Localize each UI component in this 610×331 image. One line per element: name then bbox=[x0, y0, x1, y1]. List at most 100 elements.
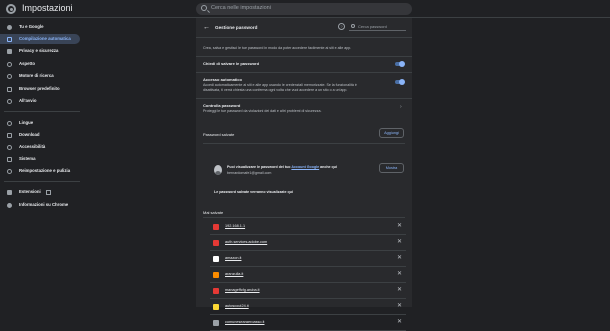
sidebar-item-extensions[interactable]: Estensioni bbox=[0, 187, 80, 197]
list-item: autoscout24.it ✕ bbox=[196, 299, 412, 315]
site-name[interactable]: auth.services.adobe.com bbox=[225, 240, 267, 244]
sidebar-item-reset[interactable]: Reimpostazione e pulizia bbox=[0, 166, 80, 176]
puzzle-icon bbox=[7, 189, 12, 195]
show-button[interactable]: Mostra bbox=[379, 163, 404, 173]
accessibility-icon bbox=[7, 144, 12, 150]
help-icon[interactable]: ? bbox=[338, 23, 345, 30]
chrome-icon bbox=[7, 202, 12, 208]
intro-text: Crea, salva e gestisci le tue password i… bbox=[203, 46, 352, 50]
sidebar-item-label: Browser predefinito bbox=[19, 86, 60, 91]
palette-icon bbox=[7, 61, 12, 67]
list-item: 192.168.1.1 ✕ bbox=[196, 219, 412, 235]
divider bbox=[196, 56, 412, 57]
site-name[interactable]: aranzulla.it bbox=[225, 272, 243, 276]
sidebar-item-label: Estensioni bbox=[19, 189, 41, 194]
close-icon[interactable]: ✕ bbox=[397, 302, 402, 309]
sidebar-item-default-browser[interactable]: Browser predefinito bbox=[0, 84, 80, 94]
sidebar-item-label: Aspetto bbox=[19, 61, 35, 66]
settings-search-input[interactable]: Cerca nelle impostazioni bbox=[196, 3, 412, 15]
sidebar-item-label: Privacy e sicurezza bbox=[19, 48, 59, 53]
sidebar-item-downloads[interactable]: Download bbox=[0, 130, 80, 140]
search-icon bbox=[201, 5, 207, 11]
sidebar-item-on-startup[interactable]: All'avvio bbox=[0, 96, 80, 106]
download-icon bbox=[7, 132, 12, 138]
divider bbox=[196, 72, 412, 73]
close-icon[interactable]: ✕ bbox=[397, 270, 402, 277]
sidebar-item-label: Compilazione automatica bbox=[19, 36, 71, 41]
page-title: Gestione password bbox=[215, 25, 258, 30]
sidebar-item-label: Lingue bbox=[19, 120, 34, 125]
divider bbox=[203, 217, 405, 218]
password-manager-panel: ← Gestione password ? Cerca password Cre… bbox=[196, 18, 412, 331]
close-icon[interactable]: ✕ bbox=[397, 318, 402, 325]
list-item: manageffcfg.aruba.it ✕ bbox=[196, 283, 412, 299]
external-link-icon bbox=[46, 189, 51, 195]
check-passwords-label: Controlla password bbox=[203, 103, 241, 108]
sidebar-item-label: Download bbox=[19, 132, 40, 137]
sidebar-item-privacy[interactable]: Privacy e sicurezza bbox=[0, 46, 80, 56]
sidebar: Tu e Google Compilazione automatica Priv… bbox=[0, 18, 88, 307]
reset-icon bbox=[7, 168, 12, 174]
never-saved-heading: Mai salvate bbox=[203, 210, 224, 215]
sidebar-item-you-and-google[interactable]: Tu e Google bbox=[0, 22, 80, 32]
site-name[interactable]: autoscout24.it bbox=[225, 304, 249, 308]
site-favicon-icon bbox=[213, 288, 219, 294]
sidebar-item-system[interactable]: Sistema bbox=[0, 154, 80, 164]
site-favicon-icon bbox=[213, 304, 219, 310]
autofill-icon bbox=[7, 36, 12, 42]
site-name[interactable]: manageffcfg.aruba.it bbox=[225, 288, 260, 292]
auto-signin-label: Accesso automatico bbox=[203, 77, 242, 82]
search-placeholder: Cerca nelle impostazioni bbox=[211, 5, 271, 11]
top-bar: Impostazioni Cerca nelle impostazioni bbox=[0, 0, 610, 18]
chrome-settings-icon bbox=[6, 4, 16, 14]
close-icon[interactable]: ✕ bbox=[397, 254, 402, 261]
sidebar-item-search-engine[interactable]: Motore di ricerca bbox=[0, 71, 80, 81]
sidebar-item-label: Sistema bbox=[19, 156, 36, 161]
list-item: aranzulla.it ✕ bbox=[196, 267, 412, 283]
wrench-icon bbox=[7, 156, 12, 162]
google-account-link[interactable]: Account Google bbox=[291, 165, 319, 169]
auto-signin-toggle[interactable] bbox=[395, 79, 405, 85]
sidebar-divider bbox=[4, 111, 80, 112]
add-password-button[interactable]: Aggiungi bbox=[379, 128, 404, 138]
browser-icon bbox=[7, 86, 12, 92]
password-search-input[interactable]: Cerca password bbox=[349, 23, 406, 31]
sidebar-item-label: All'avvio bbox=[19, 98, 37, 103]
sidebar-item-label: Tu e Google bbox=[19, 24, 44, 29]
sidebar-item-appearance[interactable]: Aspetto bbox=[0, 59, 80, 69]
power-icon bbox=[7, 98, 12, 104]
back-arrow-icon[interactable]: ← bbox=[203, 24, 210, 31]
sidebar-divider bbox=[4, 181, 80, 182]
list-item: amazon.it ✕ bbox=[196, 251, 412, 267]
sidebar-item-about-chrome[interactable]: Informazioni su Chrome bbox=[0, 200, 80, 210]
offer-save-label: Chiedi di salvare le password bbox=[203, 61, 260, 66]
auto-signin-desc: disattivata, ti verrà chiesta una confer… bbox=[203, 88, 348, 92]
divider bbox=[203, 143, 405, 144]
close-icon[interactable]: ✕ bbox=[397, 222, 402, 229]
site-favicon-icon bbox=[213, 320, 219, 326]
sidebar-item-autofill[interactable]: Compilazione automatica bbox=[0, 34, 80, 44]
sidebar-item-label: Reimpostazione e pulizia bbox=[19, 168, 71, 173]
list-item: auth.services.adobe.com ✕ bbox=[196, 235, 412, 251]
app-title: Impostazioni bbox=[22, 3, 73, 13]
sidebar-item-accessibility[interactable]: Accessibilità bbox=[0, 142, 80, 152]
sidebar-item-label: Accessibilità bbox=[19, 144, 46, 149]
offer-save-toggle[interactable] bbox=[395, 61, 405, 67]
sidebar-item-languages[interactable]: Lingue bbox=[0, 118, 80, 128]
site-name[interactable]: amazon.it bbox=[225, 256, 241, 260]
list-item: comunesearaeroasso.it ✕ bbox=[196, 315, 412, 331]
check-passwords-row[interactable]: Controlla password Proteggi le tue passw… bbox=[196, 99, 412, 116]
avatar bbox=[214, 165, 222, 175]
sidebar-item-label: Motore di ricerca bbox=[19, 73, 54, 78]
site-name[interactable]: 192.168.1.1 bbox=[225, 224, 245, 228]
site-favicon-icon bbox=[213, 256, 219, 262]
close-icon[interactable]: ✕ bbox=[397, 238, 402, 245]
sidebar-item-label: Informazioni su Chrome bbox=[19, 202, 69, 207]
account-email: bernardomafe1@gmail.com bbox=[227, 171, 272, 175]
globe-icon bbox=[7, 120, 12, 126]
panel-header: ← Gestione password ? Cerca password bbox=[196, 18, 412, 38]
google-icon bbox=[7, 24, 12, 30]
shield-icon bbox=[7, 48, 12, 54]
site-name[interactable]: comunesearaeroasso.it bbox=[225, 320, 264, 324]
close-icon[interactable]: ✕ bbox=[397, 286, 402, 293]
